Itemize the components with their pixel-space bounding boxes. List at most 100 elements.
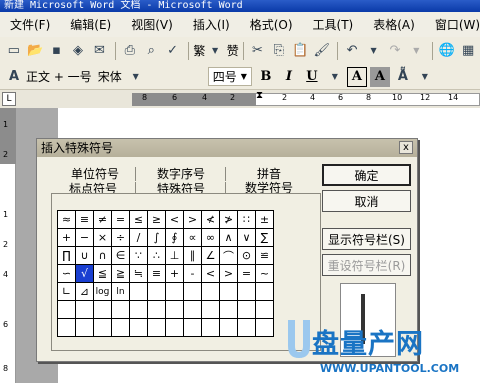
menu-view[interactable]: 视图(V) [131,16,173,33]
symbol-cell[interactable] [130,319,148,337]
symbol-cell[interactable]: ∩ [94,247,112,265]
symbol-cell[interactable] [130,283,148,301]
symbol-cell[interactable]: ∝ [184,229,202,247]
symbol-cell[interactable]: × [94,229,112,247]
symbol-cell[interactable] [256,319,274,337]
symbol-cell[interactable]: + [166,265,184,283]
underline-button[interactable]: U [302,67,322,87]
close-button[interactable]: x [399,141,413,154]
symbol-cell[interactable]: ∠ [202,247,220,265]
symbol-cell[interactable] [58,301,76,319]
hyperlink-icon[interactable]: 🌐 [437,41,456,61]
symbol-cell[interactable]: ≌ [256,247,274,265]
symbol-cell[interactable]: ∈ [112,247,130,265]
italic-button[interactable]: I [279,67,299,87]
symbol-cell[interactable]: ≈ [58,211,76,229]
tab-unit-symbols[interactable]: 单位符号 [71,167,119,181]
menu-file[interactable]: 文件(F) [10,16,50,33]
symbol-cell[interactable] [166,283,184,301]
symbol-cell[interactable]: ≠ [94,211,112,229]
symbol-cell[interactable] [76,301,94,319]
chinese-conversion-button[interactable]: 赞 [227,42,239,59]
symbol-cell[interactable]: log [94,283,112,301]
symbol-cell[interactable] [148,319,166,337]
symbol-cell[interactable]: > [220,265,238,283]
symbol-cell[interactable]: ≦ [94,265,112,283]
symbol-cell[interactable] [166,319,184,337]
font-size-select[interactable]: 四号 ▼ [207,67,252,86]
symbol-cell[interactable] [130,301,148,319]
show-symbol-bar-button[interactable]: 显示符号栏(S) [322,228,411,250]
symbol-cell[interactable] [148,301,166,319]
styles-icon[interactable]: A [4,67,24,87]
format-painter-icon[interactable]: 🖌 [312,41,331,61]
symbol-cell[interactable] [184,319,202,337]
symbol-cell[interactable]: ln [112,283,130,301]
symbol-cell[interactable]: + [58,229,76,247]
symbol-cell[interactable] [76,319,94,337]
undo-icon[interactable]: ↶ [342,41,361,61]
symbol-cell[interactable]: ∮ [166,229,184,247]
symbol-cell[interactable]: ⊿ [76,283,94,301]
tab-selector[interactable]: L [2,92,16,106]
character-shading-button[interactable]: A [369,66,390,87]
symbol-cell[interactable] [238,283,256,301]
symbol-cell[interactable]: = [238,265,256,283]
symbol-cell[interactable] [202,319,220,337]
print-preview-icon[interactable]: ⌕ [142,41,161,61]
menu-format[interactable]: 格式(O) [250,16,293,33]
menu-table[interactable]: 表格(A) [373,16,415,33]
symbol-cell[interactable]: ∪ [76,247,94,265]
symbol-cell[interactable]: - [184,265,202,283]
symbol-cell[interactable]: < [202,265,220,283]
email-icon[interactable]: ✉ [90,41,109,61]
symbol-cell[interactable] [238,319,256,337]
print-icon[interactable]: ⎙ [120,41,139,61]
symbol-cell[interactable]: ∑ [256,229,274,247]
symbol-cell[interactable]: ∴ [148,247,166,265]
symbol-cell[interactable]: ≡ [148,265,166,283]
symbol-cell[interactable] [166,301,184,319]
menu-edit[interactable]: 编辑(E) [70,16,111,33]
cancel-button[interactable]: 取消 [322,190,411,212]
chevron-down-icon[interactable]: ▼ [205,41,224,61]
symbol-cell[interactable]: ≤ [130,211,148,229]
symbol-cell[interactable] [220,283,238,301]
symbol-cell[interactable] [256,283,274,301]
symbol-cell[interactable]: − [76,229,94,247]
menu-window[interactable]: 窗口(W) [435,16,480,33]
symbol-cell[interactable]: ∷ [238,211,256,229]
chevron-down-icon[interactable]: ▼ [364,41,383,61]
spelling-icon[interactable]: ✓ [163,41,182,61]
symbol-cell[interactable]: ∥ [184,247,202,265]
save-icon[interactable]: ▪ [47,41,66,61]
symbol-cell[interactable] [238,301,256,319]
symbol-cell[interactable]: ~ [256,265,274,283]
symbol-cell[interactable]: ∞ [202,229,220,247]
tab-pinyin[interactable]: 拼音 [257,167,281,181]
indent-marker-icon[interactable]: ⧗ [256,90,263,101]
symbol-cell[interactable]: √ [76,265,94,283]
copy-icon[interactable]: ⎘ [269,41,288,61]
permission-icon[interactable]: ◈ [68,41,87,61]
symbol-cell[interactable]: ≥ [148,211,166,229]
menu-tools[interactable]: 工具(T) [313,16,354,33]
symbol-cell[interactable] [58,319,76,337]
symbol-cell[interactable]: > [184,211,202,229]
symbol-cell[interactable]: ∏ [58,247,76,265]
style-select[interactable]: 正文 + 一号 [26,68,92,85]
symbol-cell[interactable] [184,283,202,301]
symbol-cell[interactable]: ∫ [148,229,166,247]
symbol-cell[interactable]: ≒ [130,265,148,283]
chevron-down-icon[interactable]: ▼ [126,67,146,87]
symbol-cell[interactable]: ≧ [112,265,130,283]
symbol-cell[interactable]: ⊙ [238,247,256,265]
menu-insert[interactable]: 插入(I) [193,16,230,33]
chevron-down-icon[interactable]: ▼ [415,67,435,87]
redo-icon[interactable]: ↷ [385,41,404,61]
symbol-cell[interactable]: ⊥ [166,247,184,265]
symbol-cell[interactable]: ∽ [58,265,76,283]
symbol-cell[interactable] [112,301,130,319]
paste-icon[interactable]: 📋 [291,41,310,61]
symbol-cell[interactable]: < [166,211,184,229]
